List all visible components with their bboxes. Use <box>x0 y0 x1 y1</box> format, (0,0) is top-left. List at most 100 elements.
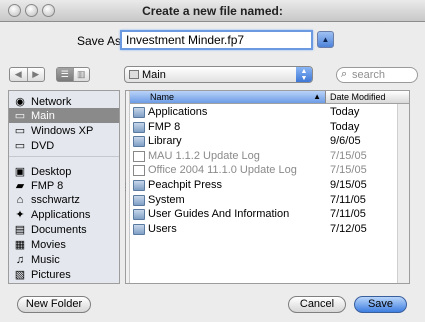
folder-icon <box>133 136 145 148</box>
network-icon: ◉ <box>15 96 25 108</box>
file-date: Today <box>330 106 360 118</box>
file-row[interactable]: Library 9/6/05 <box>130 135 396 149</box>
desktop-icon: ▣ <box>14 166 26 178</box>
date-column-header[interactable]: Date Modified <box>330 92 386 102</box>
sidebar-item-documents[interactable]: ▤ Documents <box>9 222 119 237</box>
column-view-icon[interactable]: ▥ <box>72 68 90 81</box>
movies-icon: ▦ <box>14 239 26 251</box>
sidebar-item-label: sschwartz <box>31 193 80 206</box>
sidebar-item-label: Main <box>31 109 55 122</box>
sidebar-item-label: Pictures <box>31 268 71 281</box>
folder-icon <box>133 180 145 191</box>
file-name: System <box>148 193 185 206</box>
vertical-scrollbar[interactable] <box>397 104 409 283</box>
back-button[interactable]: ◀ <box>10 68 27 81</box>
home-icon: ⌂ <box>16 193 24 206</box>
sidebar-item-label: DVD <box>31 139 55 152</box>
sidebar-item-label: Documents <box>31 223 87 236</box>
file-date: 7/12/05 <box>330 222 367 235</box>
search-icon: ⌕ <box>341 68 348 80</box>
dvd-icon: ▭ <box>14 140 26 152</box>
file-row[interactable]: Users 7/12/05 <box>130 223 396 237</box>
folder-icon <box>133 107 145 118</box>
save-as-field[interactable]: Investment Minder.fp7 <box>120 30 313 50</box>
file-row[interactable]: User Guides And Information 7/11/05 <box>130 208 396 222</box>
sidebar-item-main[interactable]: ▭ Main <box>9 108 119 123</box>
document-icon <box>133 165 145 177</box>
file-row[interactable]: Peachpit Press 9/15/05 <box>130 179 396 193</box>
sidebar-item-applications[interactable]: ✦ Applications <box>9 207 119 222</box>
file-name: User Guides And Information <box>148 208 290 221</box>
file-date: 9/6/05 <box>330 135 361 148</box>
file-name: FMP 8 <box>148 120 181 133</box>
folder-icon: ▰ <box>15 180 25 192</box>
folder-icon <box>133 194 145 206</box>
document-icon <box>133 150 145 162</box>
file-name: Peachpit Press <box>148 179 222 191</box>
file-row[interactable]: Applications Today <box>130 106 396 120</box>
sidebar-item-label: Applications <box>31 208 91 221</box>
collapse-dialog-button[interactable]: ▲ <box>317 31 334 48</box>
file-row[interactable]: FMP 8 Today <box>130 121 396 135</box>
pictures-icon: ▧ <box>14 269 26 281</box>
window-title: Create a new file named: <box>142 4 283 18</box>
sidebar-divider <box>9 156 119 157</box>
view-mode-control: ☰ ▥ <box>56 67 90 82</box>
search-field[interactable]: ⌕ search <box>336 67 418 83</box>
name-column-header[interactable]: Name ▲ <box>130 91 326 103</box>
sidebar-item-label: Windows XP <box>31 124 94 137</box>
search-placeholder: search <box>352 69 386 81</box>
file-row[interactable]: Office 2004 11.1.0 Update Log 7/15/05 <box>130 164 396 178</box>
file-browser: Name ▲ Date Modified Applications Today FM… <box>125 90 410 284</box>
sidebar-item-desktop[interactable]: ▣ Desktop <box>9 164 119 179</box>
forward-button[interactable]: ▶ <box>26 68 45 81</box>
name-column-label: Name <box>150 92 175 102</box>
sidebar-item-windows-xp[interactable]: ▭ Windows XP <box>9 123 119 138</box>
file-date: 9/15/05 <box>330 179 367 191</box>
sidebar-item-pictures[interactable]: ▧ Pictures <box>9 267 119 282</box>
sidebar-item-fmp-8[interactable]: ▰ FMP 8 <box>9 178 119 193</box>
sidebar-item-label: Desktop <box>31 165 72 178</box>
popup-arrows-icon: ▲ ▼ <box>296 67 312 82</box>
column-header: Name ▲ Date Modified <box>130 91 409 104</box>
hard-drive-icon <box>129 70 139 79</box>
file-name: Users <box>148 222 177 235</box>
file-date: Today <box>330 120 360 133</box>
folder-icon <box>133 209 145 221</box>
location-label: Main <box>142 69 166 81</box>
sidebar-item-movies[interactable]: ▦ Movies <box>9 237 119 252</box>
sidebar-item-dvd[interactable]: ▭ DVD <box>9 138 119 153</box>
file-name: MAU 1.1.2 Update Log <box>148 149 260 162</box>
file-row[interactable]: System 7/11/05 <box>130 194 396 208</box>
file-date: 7/15/05 <box>330 164 367 177</box>
file-date: 7/11/05 <box>330 208 366 221</box>
sidebar-item-label: Music <box>31 253 60 266</box>
new-folder-button[interactable]: New Folder <box>17 296 91 313</box>
save-as-label: Save As: <box>77 34 125 48</box>
title-bar: Create a new file named: <box>0 0 425 22</box>
sidebar: ◉ Network ▭ Main ▭ Windows XP ▭ DVD ▣ Desktop ▰ FMP… <box>8 90 120 284</box>
sidebar-item-sschwartz[interactable]: ⌂ sschwartz <box>9 192 119 207</box>
file-name: Office 2004 11.1.0 Update Log <box>148 164 297 177</box>
documents-icon: ▤ <box>14 224 26 236</box>
hard-drive-icon: ▭ <box>14 125 26 137</box>
file-name: Library <box>148 135 182 148</box>
sidebar-item-label: Network <box>31 95 72 108</box>
file-name: Applications <box>148 106 208 118</box>
list-view-icon[interactable]: ☰ <box>57 68 73 81</box>
music-icon: ♫ <box>15 253 25 266</box>
folder-icon <box>133 223 145 235</box>
save-button[interactable]: Save <box>354 296 407 313</box>
sidebar-item-music[interactable]: ♫ Music <box>9 252 119 267</box>
split-handle-icon[interactable]: ⋮ <box>121 182 130 193</box>
sort-ascending-icon: ▲ <box>313 92 321 101</box>
cancel-button[interactable]: Cancel <box>288 296 346 313</box>
back-forward-control: ◀ ▶ <box>9 67 45 82</box>
folder-icon <box>133 121 145 133</box>
sidebar-item-network[interactable]: ◉ Network <box>9 94 119 109</box>
sidebar-item-label: FMP 8 <box>31 179 64 192</box>
file-row[interactable]: MAU 1.1.2 Update Log 7/15/05 <box>130 150 396 164</box>
file-date: 7/15/05 <box>330 149 367 162</box>
applications-icon: ✦ <box>15 209 25 221</box>
location-popup[interactable]: Main ▲ ▼ <box>124 66 313 83</box>
